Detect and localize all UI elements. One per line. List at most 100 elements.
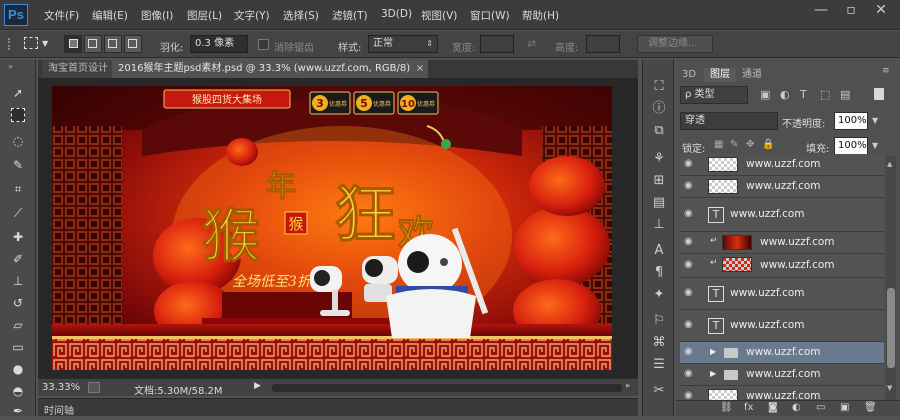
feather-input[interactable]: 0.3 像素 (190, 35, 248, 53)
banner-artwork[interactable]: 猴股四货大集场 3 5 10 优惠券 优惠券 优惠券 猴 年 狂 欢 猴 全场低… (52, 86, 612, 370)
fx-icon[interactable]: fx (744, 402, 753, 413)
blend-mode-select[interactable]: 穿透 (680, 112, 778, 130)
clone-source-icon[interactable]: ⊥ (650, 216, 668, 234)
adjustments-icon[interactable]: ⚘ (650, 150, 668, 168)
panel-menu-icon[interactable]: ≡ (882, 66, 890, 76)
menu-help[interactable]: 帮助(H) (522, 8, 559, 23)
add-selection-button[interactable] (84, 35, 102, 53)
visibility-eye-icon[interactable]: ◉ (684, 208, 693, 219)
close-button[interactable]: ✕ (866, 0, 896, 22)
lock-position-icon[interactable]: ✥ (746, 139, 754, 150)
layer-row[interactable]: ◉ www.uzzf.com (680, 386, 884, 400)
adjustment-icon[interactable]: ◐ (792, 402, 801, 413)
marquee-tool-icon[interactable] (11, 108, 25, 122)
chevron-down-icon[interactable]: ▼ (42, 39, 48, 48)
visibility-eye-icon[interactable]: ◉ (684, 287, 693, 298)
brush-presets-icon[interactable]: ⊞ (650, 172, 668, 190)
menu-image[interactable]: 图像(I) (141, 8, 173, 23)
mask-icon[interactable]: ◙ (768, 402, 778, 413)
swap-icon[interactable]: ⇄ (527, 37, 536, 50)
trash-icon[interactable]: 🗑 (864, 402, 877, 413)
layer-filter-select[interactable]: ρ 类型 (680, 86, 748, 104)
opacity-input[interactable]: 100% (834, 112, 868, 130)
menu-filter[interactable]: 滤镜(T) (332, 8, 368, 23)
character-icon[interactable]: A (650, 242, 668, 260)
styles-icon[interactable]: ⌘ (650, 334, 668, 352)
doc-tab-1[interactable]: 淘宝首页设计 (42, 60, 114, 78)
history-icon[interactable]: ⛶ (650, 78, 668, 96)
gradient-tool-icon[interactable]: ▭ (9, 338, 27, 356)
collapse-icon[interactable]: » (8, 62, 13, 71)
brush-panel-icon[interactable]: ▤ (650, 194, 668, 212)
close-tab-icon[interactable]: × (416, 60, 424, 78)
lasso-tool-icon[interactable]: ◌ (9, 132, 27, 150)
visibility-eye-icon[interactable]: ◉ (684, 259, 693, 270)
healing-brush-tool-icon[interactable]: ✚ (9, 228, 27, 246)
menu-window[interactable]: 窗口(W) (470, 8, 510, 23)
menu-type[interactable]: 文字(Y) (234, 8, 270, 23)
opacity-dropdown-icon[interactable]: ▼ (872, 116, 878, 125)
menu-select[interactable]: 选择(S) (283, 8, 319, 23)
history-brush-tool-icon[interactable]: ↺ (9, 294, 27, 312)
lock-pixels-icon[interactable]: ✎ (730, 139, 738, 150)
scroll-right-icon[interactable]: ▸ (626, 381, 631, 391)
scroll-up-icon[interactable]: ▲ (887, 160, 892, 168)
menu-file[interactable]: 文件(F) (44, 8, 79, 23)
crop-tool-icon[interactable]: ⌗ (9, 180, 27, 198)
status-info-icon[interactable] (88, 382, 100, 393)
layer-row[interactable]: ◉ ↵ www.uzzf.com (680, 232, 884, 254)
lock-transparency-icon[interactable]: ▦ (714, 139, 723, 150)
layers-scrollbar[interactable]: ▲ ▼ (886, 156, 896, 400)
style-select[interactable]: 正常 ⇕ (368, 35, 438, 53)
fill-input[interactable]: 100% (834, 137, 868, 155)
doc-tab-2[interactable]: 2016猴年主题psd素材.psd @ 33.3% (www.uzzf.com,… (112, 60, 429, 78)
dodge-tool-icon[interactable]: ◓ (9, 382, 27, 400)
horizontal-scrollbar[interactable] (272, 384, 622, 392)
new-selection-button[interactable] (64, 35, 82, 53)
info-icon[interactable]: ⧉ (650, 122, 668, 140)
pen-tool-icon[interactable]: ✒ (9, 402, 27, 420)
refine-edge-button[interactable]: 调整边缘... (637, 35, 713, 53)
marquee-tool-preset-icon[interactable] (24, 37, 38, 49)
filter-type-icon[interactable]: T (800, 88, 807, 101)
subtract-selection-button[interactable] (104, 35, 122, 53)
layer-row[interactable]: ◉ www.uzzf.com (680, 154, 884, 176)
clone-stamp-tool-icon[interactable]: ⊥ (9, 272, 27, 290)
menu-edit[interactable]: 编辑(E) (92, 8, 128, 23)
visibility-eye-icon[interactable]: ◉ (684, 158, 693, 169)
menu-3d[interactable]: 3D(D) (381, 8, 412, 20)
filter-adjustment-icon[interactable]: ◐ (780, 88, 790, 101)
visibility-eye-icon[interactable]: ◉ (684, 319, 693, 330)
layer-row[interactable]: ◉ ▶ www.uzzf.com (680, 342, 884, 364)
tab-layers[interactable]: 图层 (704, 68, 736, 82)
restore-button[interactable]: ▫ (836, 0, 866, 22)
visibility-eye-icon[interactable]: ◉ (684, 346, 693, 357)
layer-row[interactable]: ◉ Twww.uzzf.com (680, 278, 884, 310)
paragraph-icon[interactable]: ¶ (650, 264, 668, 282)
scroll-thumb[interactable] (887, 288, 895, 368)
visibility-eye-icon[interactable]: ◉ (684, 390, 693, 400)
layer-row[interactable]: ◉ Twww.uzzf.com (680, 310, 884, 342)
paths-icon[interactable]: ⚐ (650, 312, 668, 330)
layer-row[interactable]: ◉ Twww.uzzf.com (680, 198, 884, 232)
lock-all-icon[interactable]: 🔒 (762, 139, 774, 150)
filter-shape-icon[interactable]: ⬚ (820, 88, 830, 101)
move-tool-icon[interactable]: ➚ (9, 84, 27, 102)
new-layer-icon[interactable]: ▣ (840, 402, 849, 413)
expand-group-icon[interactable]: ▶ (710, 347, 716, 356)
visibility-eye-icon[interactable]: ◉ (684, 368, 693, 379)
antialias-checkbox[interactable] (258, 39, 269, 50)
layer-row[interactable]: ◉ ▶ www.uzzf.com (680, 364, 884, 386)
brush-tool-icon[interactable]: ✐ (9, 250, 27, 268)
filter-smart-icon[interactable]: ▤ (840, 88, 850, 101)
channels-mini-icon[interactable]: ☰ (650, 356, 668, 374)
timeline-tab[interactable]: 时间轴 (44, 402, 74, 417)
glyphs-icon[interactable]: ✦ (650, 286, 668, 304)
scroll-down-icon[interactable]: ▼ (887, 384, 892, 392)
group-icon[interactable]: ▭ (816, 402, 825, 413)
quick-select-tool-icon[interactable]: ✎ (9, 156, 27, 174)
eyedropper-tool-icon[interactable]: ⟋ (9, 204, 27, 222)
tab-channels[interactable]: 通道 (742, 68, 762, 82)
filter-toggle[interactable] (874, 88, 884, 100)
status-menu-icon[interactable]: ▶ (254, 381, 261, 391)
